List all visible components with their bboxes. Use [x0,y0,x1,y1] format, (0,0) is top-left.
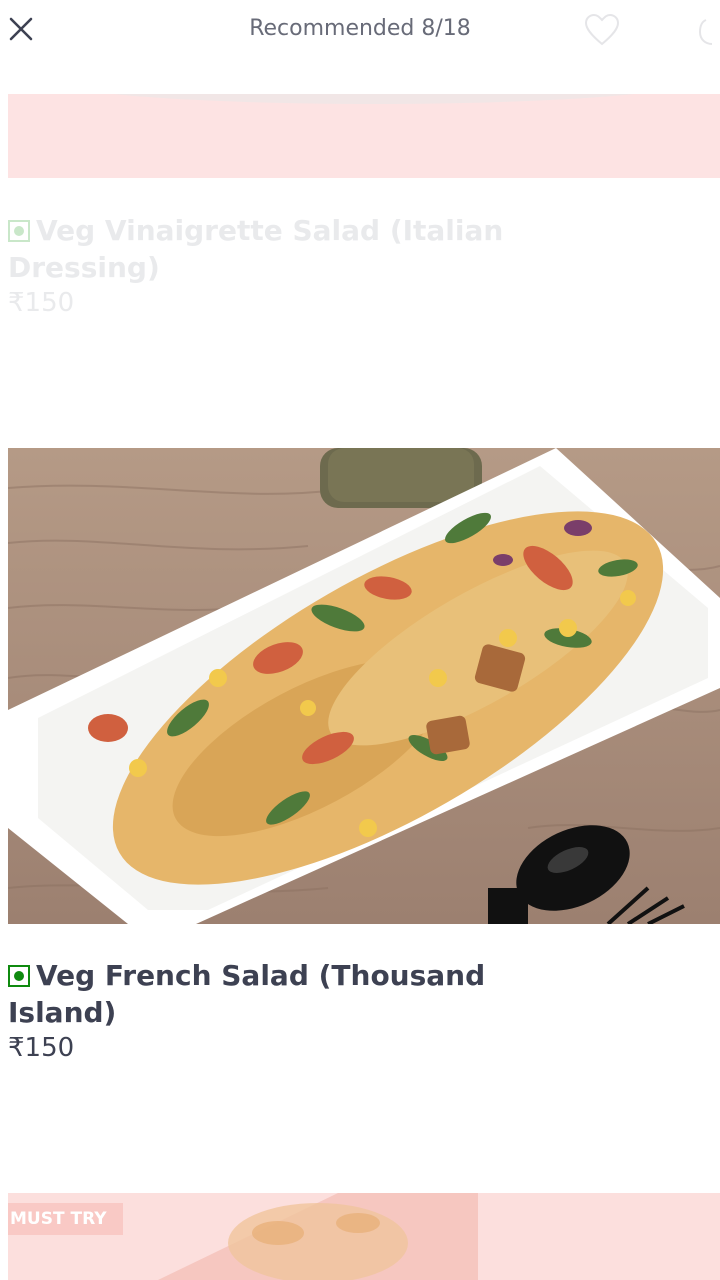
share-button[interactable] [696,12,720,48]
share-icon [698,19,713,45]
must-try-badge: MUST TRY [8,1203,123,1235]
favorite-button[interactable] [582,12,622,48]
next-item-image[interactable]: MUST TRY [8,1193,720,1280]
item-name: Veg Vinaigrette Salad (Italian Dressing) [8,214,504,284]
item-price: ₹150 [8,1033,75,1063]
veg-icon [8,965,30,987]
dish-image [8,448,720,924]
salad-photo [8,448,720,924]
item-price: ₹150 [8,288,75,318]
heart-icon [584,13,620,46]
item-name: Veg French Salad (Thousand Island) [8,959,486,1029]
previous-item-image[interactable] [8,94,720,178]
current-item-info: Veg French Salad (Thousand Island) ₹150 [8,957,528,1063]
previous-item-info: Veg Vinaigrette Salad (Italian Dressing)… [8,212,528,318]
top-bar: Recommended 8/18 [0,0,720,62]
veg-icon [8,220,30,242]
plate-rim [48,94,700,104]
